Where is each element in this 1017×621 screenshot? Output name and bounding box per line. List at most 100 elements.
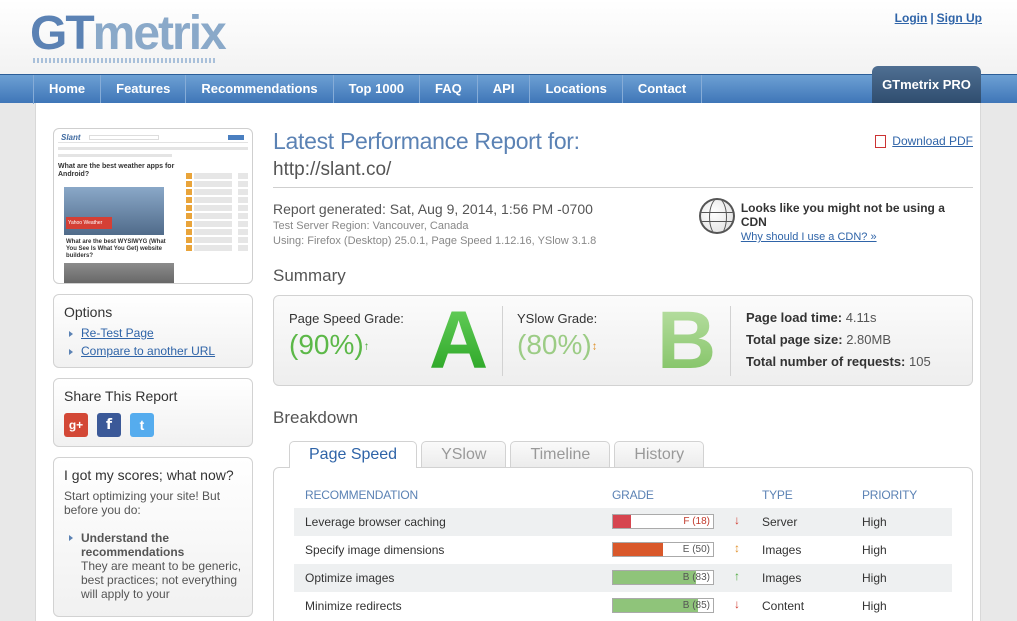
trend-arrow-icon: ↑	[734, 569, 740, 583]
cdn-notice: Looks like you might not be using a CDN …	[699, 198, 973, 243]
summary-heading: Summary	[273, 266, 346, 285]
cdn-why-link[interactable]: Why should I use a CDN? »	[741, 231, 973, 243]
recommendation-name[interactable]: Leverage browser caching	[305, 515, 446, 529]
col-type[interactable]: TYPE	[762, 488, 793, 502]
recommendation-type: Images	[762, 571, 802, 585]
nav-api[interactable]: API	[478, 75, 531, 104]
col-grade[interactable]: GRADE	[612, 488, 654, 502]
summary-box: Page Speed Grade: (90%)↑ A YSlow Grade: …	[273, 295, 973, 386]
nav-contact[interactable]: Contact	[623, 75, 703, 104]
pagespeed-grade-letter: A	[429, 295, 489, 386]
report-main: Latest Performance Report for: http://sl…	[273, 128, 973, 621]
facebook-icon[interactable]: f	[97, 413, 121, 437]
grade-bar: B (83)	[612, 570, 714, 585]
summary-divider-1	[502, 306, 503, 376]
recommendation-priority: High	[862, 571, 887, 585]
pagespeed-percent: (90%)↑	[289, 329, 369, 361]
top-header: GTmetrix Login | Sign Up	[0, 0, 1017, 75]
total-page-size-value: 2.80MB	[846, 332, 891, 347]
trend-arrow-icon: ↓	[734, 513, 740, 527]
download-pdf-link[interactable]: Download PDF	[875, 134, 973, 148]
page-load-time: Page load time: 4.11s	[746, 310, 877, 325]
globe-icon	[699, 198, 735, 234]
grade-bar: B (85)	[612, 598, 714, 613]
grade-bar-fill	[613, 543, 663, 556]
yslow-grade-label: YSlow Grade:	[517, 311, 598, 326]
pagespeed-grade-label: Page Speed Grade:	[289, 311, 404, 326]
scores-title: I got my scores; what now?	[64, 467, 234, 483]
col-recommendation[interactable]: RECOMMENDATION	[305, 488, 418, 502]
nav-home[interactable]: Home	[34, 75, 102, 104]
page-load-time-label: Page load time:	[746, 310, 843, 325]
recommendation-type: Images	[762, 543, 802, 557]
nav-top-1000[interactable]: Top 1000	[334, 75, 421, 104]
nav-features[interactable]: Features	[101, 75, 187, 104]
scores-desc: They are meant to be generic, best pract…	[81, 559, 242, 601]
yslow-percent-value: (80%)	[517, 329, 592, 360]
scores-bullet: Understand the recommendations	[69, 531, 242, 559]
grade-bar-fill	[613, 515, 631, 528]
pdf-icon	[875, 134, 887, 148]
recommendation-name[interactable]: Optimize images	[305, 571, 394, 585]
scores-intro: Start optimizing your site! But before y…	[64, 489, 221, 517]
thumb-image-2	[64, 263, 174, 283]
col-priority[interactable]: PRIORITY	[862, 488, 917, 502]
gtmetrix-logo[interactable]: GTmetrix	[30, 6, 227, 62]
pagespeed-percent-value: (90%)	[289, 329, 364, 360]
yslow-percent: (80%)↕	[517, 329, 597, 361]
tab-yslow[interactable]: YSlow	[421, 441, 507, 467]
tab-timeline[interactable]: Timeline	[510, 441, 611, 467]
gtmetrix-pro-tab[interactable]: GTmetrix PRO	[872, 66, 981, 103]
thumb-badge: Yahoo Weather	[66, 217, 112, 229]
retest-page-link[interactable]: Re-Test Page	[69, 326, 242, 340]
total-requests-label: Total number of requests:	[746, 354, 906, 369]
nav-recommendations[interactable]: Recommendations	[186, 75, 334, 104]
total-page-size-label: Total page size:	[746, 332, 843, 347]
page-content: Slant What are the best weather apps for…	[35, 103, 981, 621]
logo-stripe	[33, 58, 215, 63]
recommendation-priority: High	[862, 543, 887, 557]
recommendation-priority: High	[862, 599, 887, 613]
compare-url-link[interactable]: Compare to another URL	[69, 344, 242, 358]
thumb-title: What are the best weather apps for Andro…	[58, 163, 175, 178]
logo-gt: GT	[30, 7, 95, 60]
total-requests: Total number of requests: 105	[746, 354, 931, 369]
nav-faq[interactable]: FAQ	[420, 75, 478, 104]
table-row[interactable]: Specify image dimensions E (50) ↕ Images Hig…	[294, 536, 952, 564]
sidebar: Slant What are the best weather apps for…	[53, 128, 253, 617]
share-box: Share This Report g+ f t	[53, 378, 253, 447]
recommendation-type: Server	[762, 515, 798, 529]
tab-history[interactable]: History	[614, 441, 705, 467]
summary-divider-2	[730, 306, 731, 376]
google-plus-icon[interactable]: g+	[64, 413, 88, 437]
login-link[interactable]: Login	[895, 11, 928, 25]
table-row[interactable]: Optimize images B (83) ↑ Images High	[294, 564, 952, 592]
table-row[interactable]: Minimize redirects B (85) ↓ Content High	[294, 592, 952, 620]
recommendation-name[interactable]: Minimize redirects	[305, 599, 402, 613]
grade-label: B (85)	[682, 600, 710, 611]
signup-link[interactable]: Sign Up	[937, 11, 982, 25]
main-nav: Home Features Recommendations Top 1000 F…	[0, 74, 1017, 104]
cdn-title: Looks like you might not be using a CDN	[740, 201, 945, 229]
grade-label: B (83)	[682, 572, 710, 583]
share-title: Share This Report	[64, 388, 178, 404]
arrow-updown-icon: ↕	[591, 340, 598, 353]
total-page-size: Total page size: 2.80MB	[746, 332, 891, 347]
twitter-icon[interactable]: t	[130, 413, 154, 437]
breakdown-heading: Breakdown	[273, 408, 359, 427]
recommendation-priority: High	[862, 515, 887, 529]
tab-page-speed[interactable]: Page Speed	[289, 441, 418, 468]
nav-locations[interactable]: Locations	[530, 75, 623, 104]
logo-metrix: metrix	[92, 7, 227, 60]
recommendation-name[interactable]: Specify image dimensions	[305, 543, 444, 557]
thumb-list	[186, 173, 248, 253]
scores-help-box: I got my scores; what now? Start optimiz…	[53, 457, 253, 617]
grade-bar: F (18)	[612, 514, 714, 529]
trend-arrow-icon: ↕	[734, 541, 740, 555]
grade-bar: E (50)	[612, 542, 714, 557]
total-requests-value: 105	[909, 354, 931, 369]
page-screenshot-thumbnail[interactable]: Slant What are the best weather apps for…	[53, 128, 253, 284]
table-row[interactable]: Leverage browser caching F (18) ↓ Server Hig…	[294, 508, 952, 536]
yslow-grade-letter: B	[657, 295, 717, 386]
report-url: http://slant.co/	[273, 159, 973, 188]
